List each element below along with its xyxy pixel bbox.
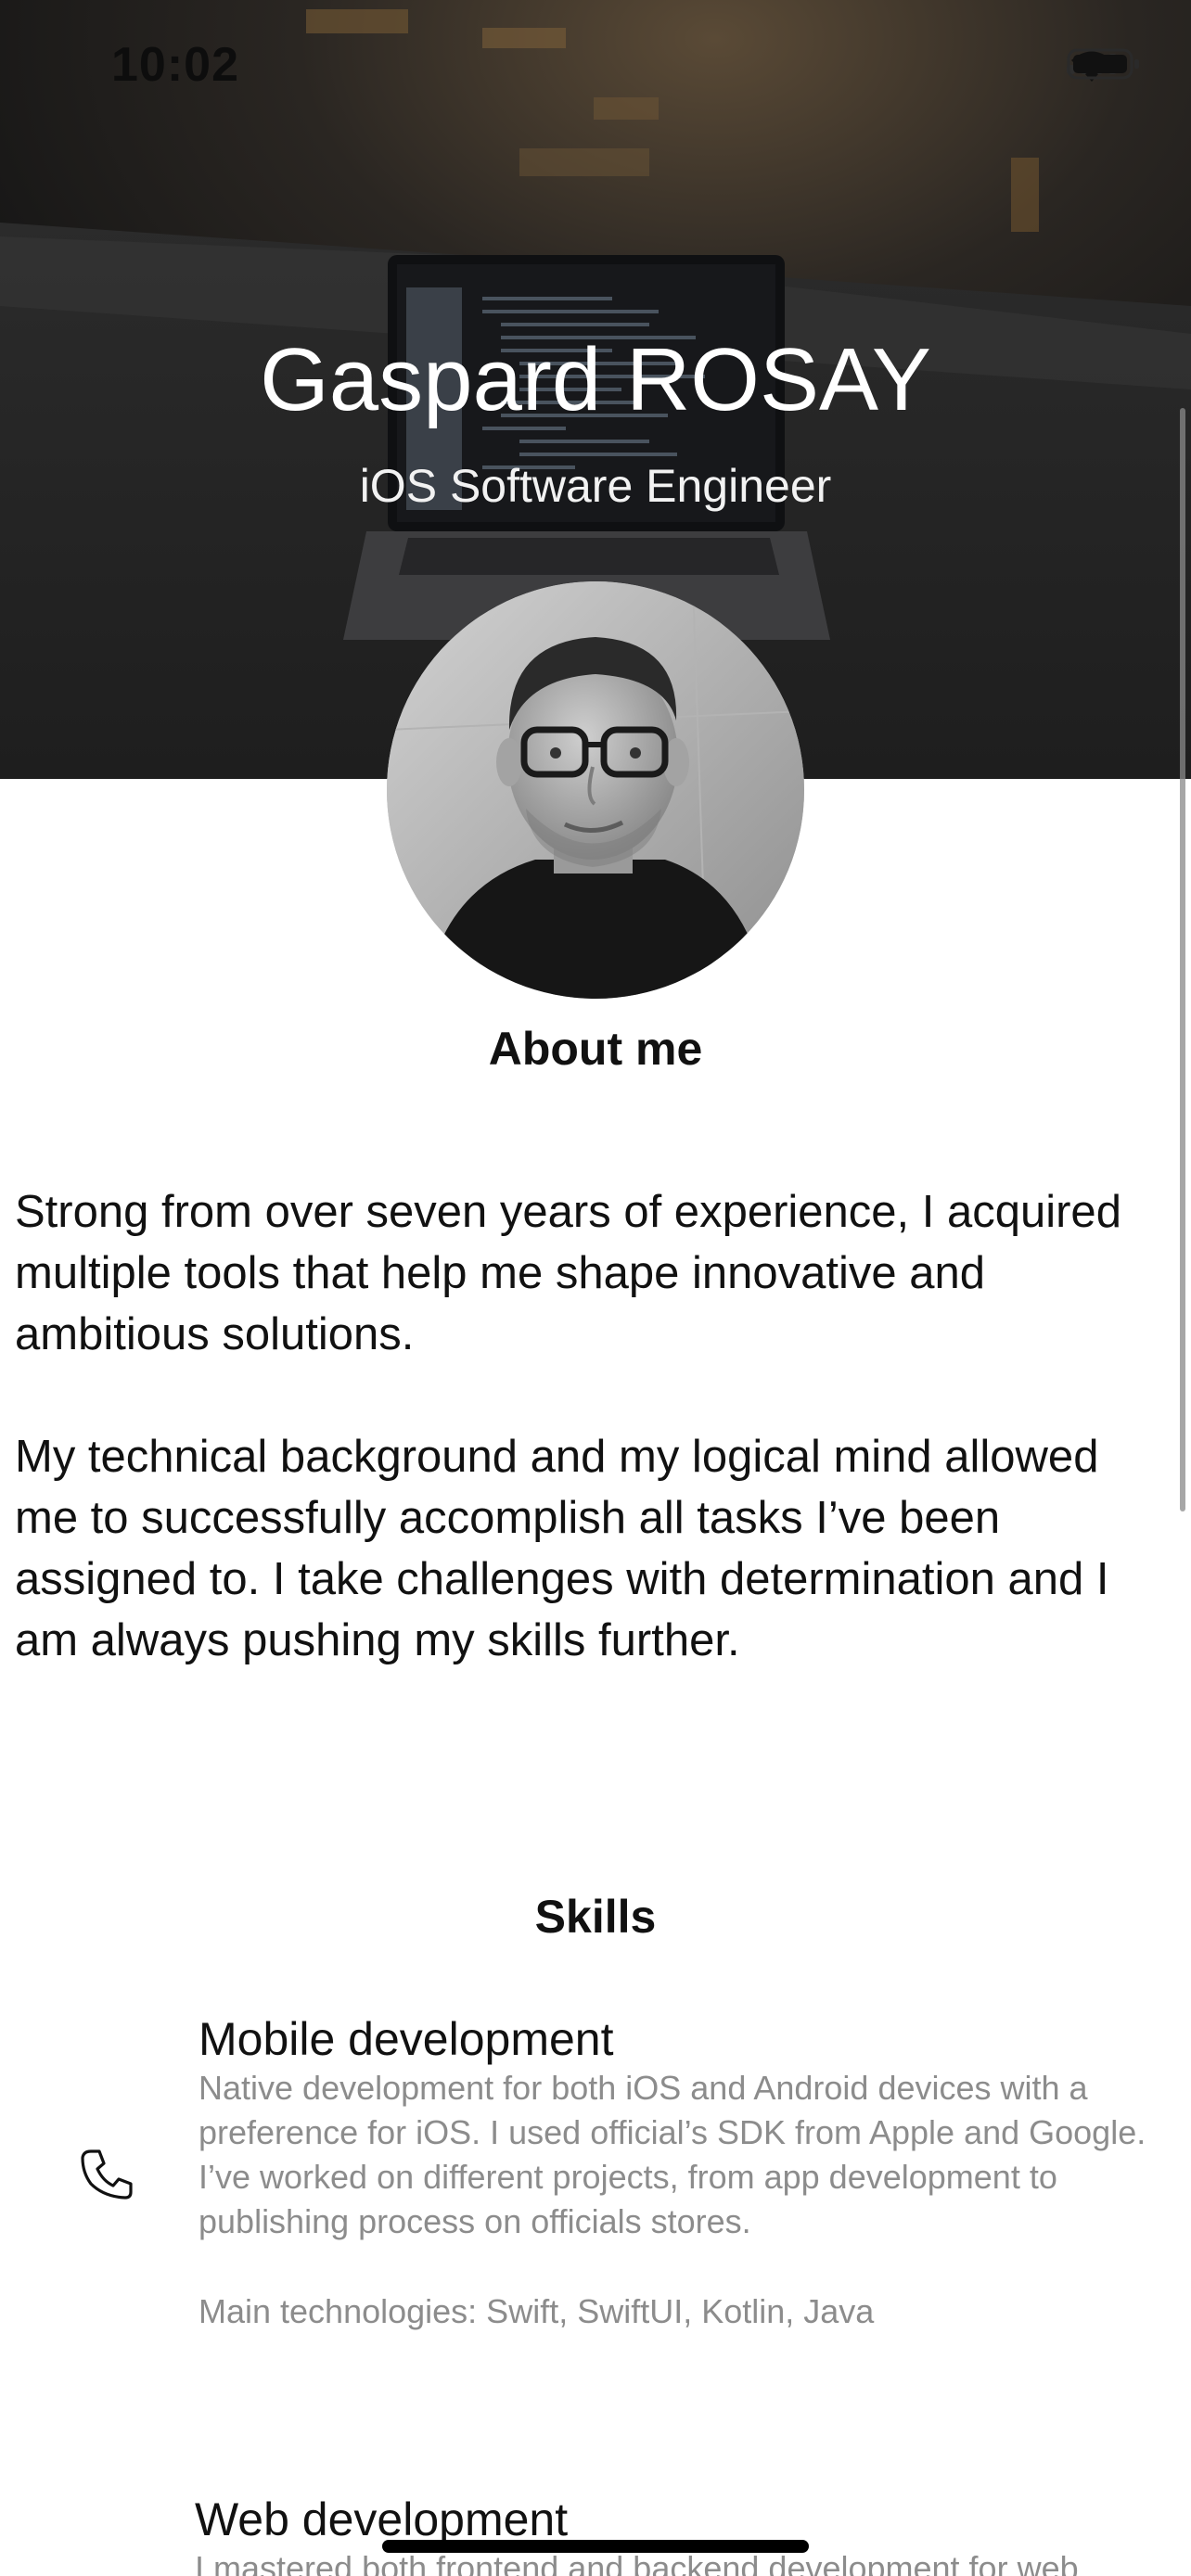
skill-technologies-mobile: Main technologies: Swift, SwiftUI, Kotli… — [198, 2292, 875, 2330]
scroll-indicator[interactable] — [1180, 408, 1185, 1511]
skill-title-web: Web development — [195, 2493, 569, 2545]
profile-role: iOS Software Engineer — [359, 460, 832, 512]
profile-screen: 10:02 Gaspard ROSAY iOS Software Enginee… — [0, 0, 1191, 2576]
about-paragraph-2: My technical background and my logical m… — [15, 1432, 1109, 1665]
skill-title-mobile: Mobile development — [198, 2013, 614, 2065]
avatar-portrait — [387, 581, 804, 999]
home-indicator[interactable] — [382, 2540, 809, 2553]
skills-title: Skills — [534, 1891, 657, 1943]
avatar — [387, 581, 804, 999]
status-icons — [1067, 46, 1139, 82]
profile-name: Gaspard ROSAY — [260, 330, 931, 429]
skill-description-mobile: Native development for both iOS and Andr… — [198, 2069, 1146, 2240]
about-paragraph-1: Strong from over seven years of experien… — [15, 1187, 1121, 1359]
status-time: 10:02 — [111, 38, 239, 92]
battery-icon — [1067, 48, 1139, 80]
about-title: About me — [488, 1023, 703, 1075]
phone-icon — [81, 2149, 133, 2200]
